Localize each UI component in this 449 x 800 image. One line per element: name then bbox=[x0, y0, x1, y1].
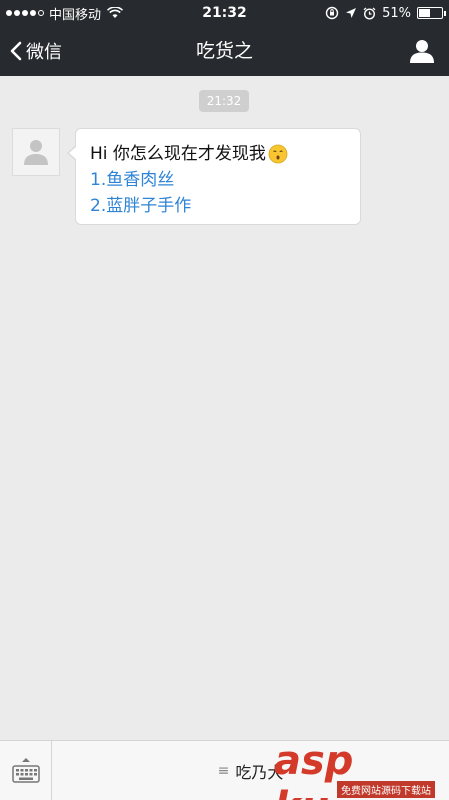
message-timestamp: 21:32 bbox=[199, 90, 249, 112]
menu-link-1[interactable]: 1.鱼香肉丝 bbox=[90, 167, 346, 193]
message-text: Hi 你怎么现在才发现我 bbox=[90, 144, 266, 164]
message-bubble: Hi 你怎么现在才发现我 1.鱼香肉丝 2.蓝胖子手作 bbox=[67, 128, 361, 225]
rotation-lock-icon bbox=[325, 6, 339, 20]
battery-percentage: 51% bbox=[382, 5, 411, 21]
back-label: 微信 bbox=[26, 42, 62, 63]
back-button[interactable]: 微信 bbox=[10, 26, 62, 76]
avatar[interactable] bbox=[12, 128, 60, 176]
status-bar: 中国移动 21:32 51% bbox=[0, 0, 449, 26]
signal-strength-icon bbox=[6, 10, 44, 16]
keyboard-button[interactable] bbox=[0, 741, 52, 800]
custom-menu-label: 吃乃大 bbox=[235, 763, 284, 782]
menu-link-2[interactable]: 2.蓝胖子手作 bbox=[90, 193, 346, 219]
person-icon[interactable] bbox=[409, 38, 435, 64]
bottom-menu-bar: ≡ 吃乃大 bbox=[0, 740, 449, 800]
chat-area[interactable]: 21:32 Hi 你怎么现在才发现我 1.鱼香肉丝 2.蓝胖子手作 bbox=[0, 76, 449, 740]
wifi-icon bbox=[107, 7, 124, 18]
page-title: 吃货之 bbox=[195, 40, 253, 62]
chevron-left-icon bbox=[10, 41, 22, 61]
custom-menu-button[interactable]: ≡ 吃乃大 bbox=[52, 741, 449, 800]
default-avatar-icon bbox=[24, 140, 48, 165]
location-arrow-icon bbox=[346, 8, 357, 18]
kissing-face-emoji bbox=[268, 144, 288, 164]
carrier-name: 中国移动 bbox=[49, 7, 102, 23]
alarm-icon bbox=[363, 7, 376, 20]
keyboard-icon bbox=[11, 758, 40, 783]
menu-lines-icon: ≡ bbox=[217, 763, 230, 779]
navigation-bar: 微信 吃货之 bbox=[0, 26, 449, 76]
battery-icon bbox=[417, 7, 446, 19]
